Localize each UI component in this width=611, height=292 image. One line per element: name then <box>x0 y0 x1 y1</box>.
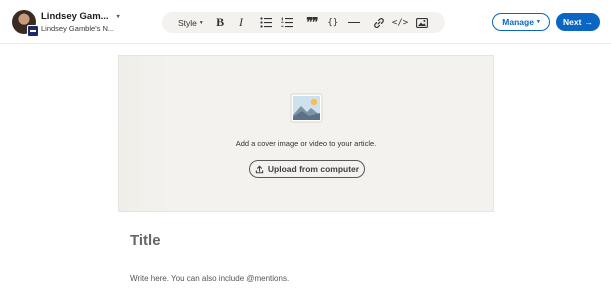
article-body-input[interactable]: Write here. You can also include @mentio… <box>130 274 490 286</box>
upload-label: Upload from computer <box>267 164 360 174</box>
upload-icon <box>255 165 264 173</box>
style-dropdown[interactable]: Style ▾ <box>178 14 203 31</box>
formatting-toolbar: Style ▾ B I ❞❞ {} </> <box>162 12 445 33</box>
chevron-down-icon: ▾ <box>116 13 120 20</box>
numbered-list-icon[interactable] <box>279 14 294 31</box>
author-name: Lindsey Gam... <box>41 11 109 22</box>
cover-media-dropzone[interactable]: Add a cover image or video to your artic… <box>118 55 494 212</box>
article-title-input[interactable]: Title <box>130 232 490 254</box>
editor-header: Lindsey Gam... ▾ Lindsey Gamble's N... S… <box>0 0 611 44</box>
quote-icon[interactable]: ❞❞ <box>304 14 319 31</box>
italic-icon[interactable]: I <box>234 14 249 31</box>
author-avatar-group <box>12 10 39 37</box>
arrow-right-icon: → <box>584 17 593 27</box>
embed-code-icon[interactable]: </> <box>392 14 408 31</box>
author-switcher[interactable]: Lindsey Gam... ▾ Lindsey Gamble's N... <box>12 8 122 37</box>
manage-button[interactable]: Manage ▾ <box>492 13 550 31</box>
divider-line <box>347 21 360 24</box>
author-page-name: Lindsey Gamble's N... <box>41 23 115 33</box>
manage-label: Manage <box>502 17 534 27</box>
code-block-icon[interactable]: {} <box>325 14 340 31</box>
bulleted-list-icon[interactable] <box>259 14 274 31</box>
divider-icon[interactable] <box>346 14 361 31</box>
newsletter-badge-icon <box>27 25 39 37</box>
author-text: Lindsey Gam... ▾ Lindsey Gamble's N... <box>41 12 120 32</box>
landscape-image-icon <box>290 93 323 123</box>
cover-shade <box>119 56 171 211</box>
bold-icon[interactable]: B <box>213 14 228 31</box>
link-icon[interactable] <box>371 14 386 31</box>
image-icon[interactable] <box>414 14 429 31</box>
chevron-down-icon: ▾ <box>536 19 540 25</box>
author-name-row: Lindsey Gam... ▾ <box>41 12 120 22</box>
cover-prompt: Add a cover image or video to your artic… <box>235 139 377 148</box>
style-label: Style <box>178 17 197 28</box>
chevron-down-icon: ▾ <box>199 19 203 26</box>
next-button[interactable]: Next → <box>556 13 600 31</box>
next-label: Next <box>563 17 582 27</box>
upload-from-computer-button[interactable]: Upload from computer <box>249 160 365 178</box>
